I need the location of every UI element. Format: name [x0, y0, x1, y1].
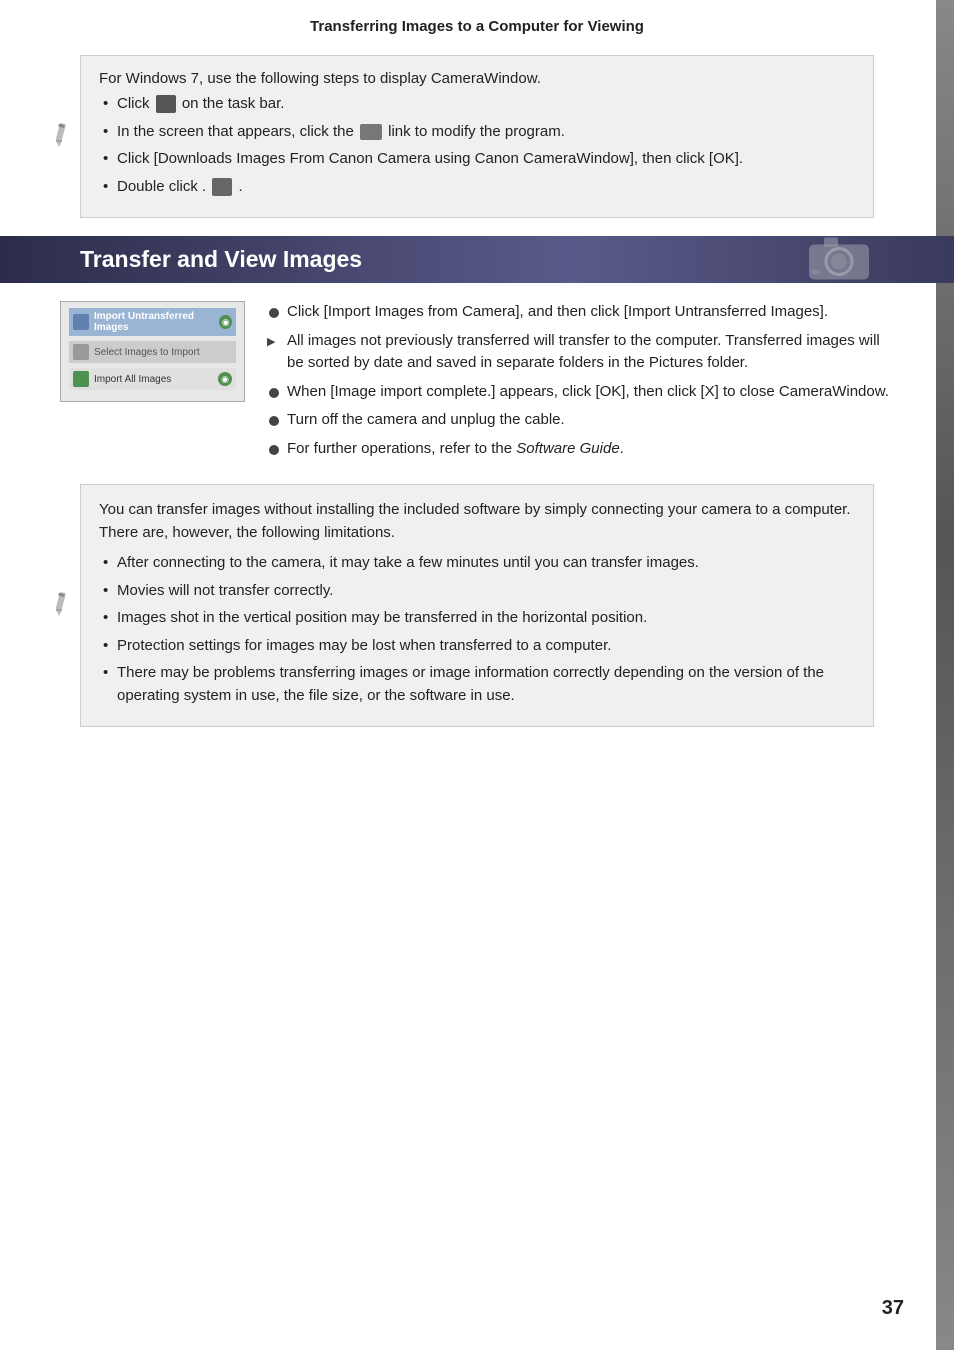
right-content: Click [Import Images from Camera], and t…	[265, 301, 894, 466]
page-number: 37	[882, 1297, 904, 1320]
bottom-note-item-3: Images shot in the vertical position may…	[99, 607, 855, 630]
bullet-1: Click [Import Images from Camera], and t…	[265, 301, 894, 324]
ss-arrow-1: ◉	[219, 315, 232, 329]
page-header: Transferring Images to a Computer for Vi…	[0, 0, 954, 45]
section-heading-wrapper: Transfer and View Images	[0, 236, 954, 283]
top-note-item-4: Double click . .	[99, 176, 855, 199]
bullet-5: For further operations, refer to the Sof…	[265, 438, 894, 461]
ss-label-1: Import Untransferred Images	[94, 311, 219, 333]
bottom-note-item-4: Protection settings for images may be lo…	[99, 635, 855, 658]
ss-arrow-3: ◉	[218, 372, 232, 386]
ss-icon-1	[73, 314, 89, 330]
section-heading: Transfer and View Images	[0, 236, 954, 283]
bottom-note-item-5: There may be problems transferring image…	[99, 662, 855, 707]
top-note-item-3: Click [Downloads Images From Canon Camer…	[99, 148, 855, 171]
bottom-note-item-2: Movies will not transfer correctly.	[99, 580, 855, 603]
section-title: Transfer and View Images	[80, 246, 362, 273]
right-bullet-list: Click [Import Images from Camera], and t…	[265, 301, 894, 460]
bullet-3: When [Image import complete.] appears, c…	[265, 381, 894, 404]
ss-label-2: Select Images to Import	[94, 347, 200, 358]
bottom-note-intro: You can transfer images without installi…	[99, 499, 855, 544]
top-note-box: For Windows 7, use the following steps t…	[80, 55, 874, 218]
header-title: Transferring Images to a Computer for Vi…	[310, 18, 644, 35]
ss-row-2: Select Images to Import	[69, 341, 236, 363]
camera-deco	[804, 229, 874, 290]
bullet-4: Turn off the camera and unplug the cable…	[265, 409, 894, 432]
ss-row-3: Import All Images ◉	[69, 368, 236, 390]
ss-row-1: Import Untransferred Images ◉	[69, 308, 236, 336]
ss-icon-3	[73, 371, 89, 387]
top-note-item-2: In the screen that appears, click the li…	[99, 121, 855, 144]
double-click-text: Double click .	[117, 178, 206, 195]
pencil-icon-bottom	[45, 590, 73, 622]
top-note-item-1: Click on the task bar.	[99, 93, 855, 116]
main-content: Import Untransferred Images ◉ Select Ima…	[60, 301, 894, 466]
bottom-note-item-1: After connecting to the camera, it may t…	[99, 552, 855, 575]
top-note-intro: For Windows 7, use the following steps t…	[99, 70, 855, 87]
ss-label-3: Import All Images	[94, 374, 171, 385]
bottom-note-list: After connecting to the camera, it may t…	[99, 552, 855, 707]
bottom-note-box: You can transfer images without installi…	[80, 484, 874, 727]
right-accent	[936, 0, 954, 1350]
pencil-icon-top	[45, 121, 73, 153]
ss-icon-2	[73, 344, 89, 360]
top-note-list: Click on the task bar. In the screen tha…	[99, 93, 855, 198]
bullet-2-arrow: All images not previously transferred wi…	[265, 330, 894, 375]
screenshot-box: Import Untransferred Images ◉ Select Ima…	[60, 301, 245, 402]
